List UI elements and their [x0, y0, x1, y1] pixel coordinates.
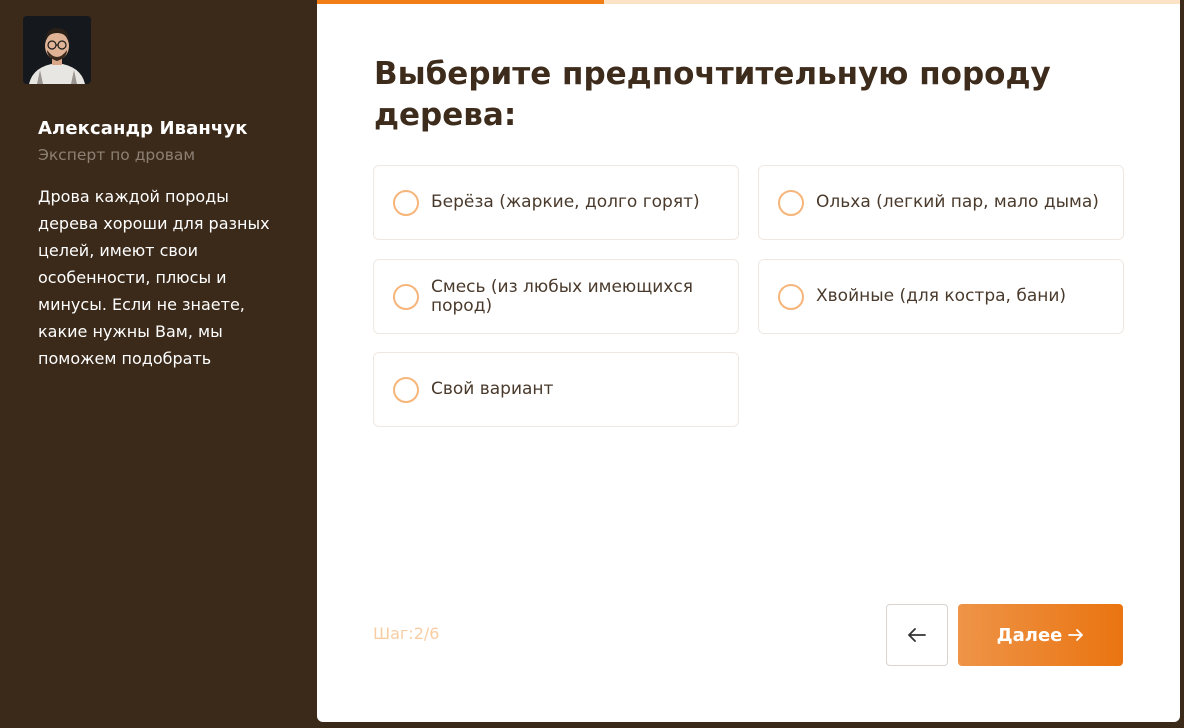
next-button[interactable]: Далее	[958, 604, 1123, 666]
option-alder[interactable]: Ольха (легкий пар, мало дыма)	[758, 165, 1124, 240]
option-label: Ольха (легкий пар, мало дыма)	[816, 192, 1099, 212]
option-label: Свой вариант	[431, 379, 554, 399]
progress-bar-fill	[317, 0, 605, 4]
arrow-right-icon	[1068, 629, 1084, 641]
radio-circle-icon[interactable]	[393, 189, 419, 216]
radio-circle-icon[interactable]	[393, 376, 419, 403]
expert-photo	[23, 16, 91, 84]
question-title: Выберите предпочтительную породу дерева:	[374, 56, 1051, 133]
option-birch[interactable]: Берёза (жаркие, долго горят)	[373, 165, 739, 240]
radio-circle-icon[interactable]	[393, 283, 419, 310]
option-custom[interactable]: Свой вариант	[373, 352, 739, 427]
option-label: Берёза (жаркие, долго горят)	[431, 192, 700, 212]
option-label: Смесь (из любых имеющихся пород)	[431, 276, 693, 316]
quiz-card: Выберите предпочтительную породу дерева:…	[317, 0, 1180, 722]
radio-circle-icon[interactable]	[778, 189, 804, 216]
option-mix[interactable]: Смесь (из любых имеющихся пород)	[373, 259, 739, 334]
step-counter: Шаг:2/6	[373, 624, 440, 643]
expert-description: Дрова каждой породы дерева хороши для ра…	[38, 187, 270, 368]
option-label: Хвойные (для костра, бани)	[816, 286, 1067, 306]
progress-bar	[317, 0, 1180, 4]
expert-name: Александр Иванчук	[38, 118, 248, 139]
back-button[interactable]	[886, 604, 948, 666]
option-conifer[interactable]: Хвойные (для костра, бани)	[758, 259, 1124, 334]
expert-role: Эксперт по дровам	[38, 146, 196, 164]
next-button-label: Далее	[996, 624, 1063, 646]
radio-circle-icon[interactable]	[778, 283, 804, 310]
expert-avatar	[23, 16, 91, 84]
arrow-left-icon	[908, 628, 926, 642]
expert-sidebar: Александр Иванчук Эксперт по дровам Дров…	[0, 0, 317, 728]
